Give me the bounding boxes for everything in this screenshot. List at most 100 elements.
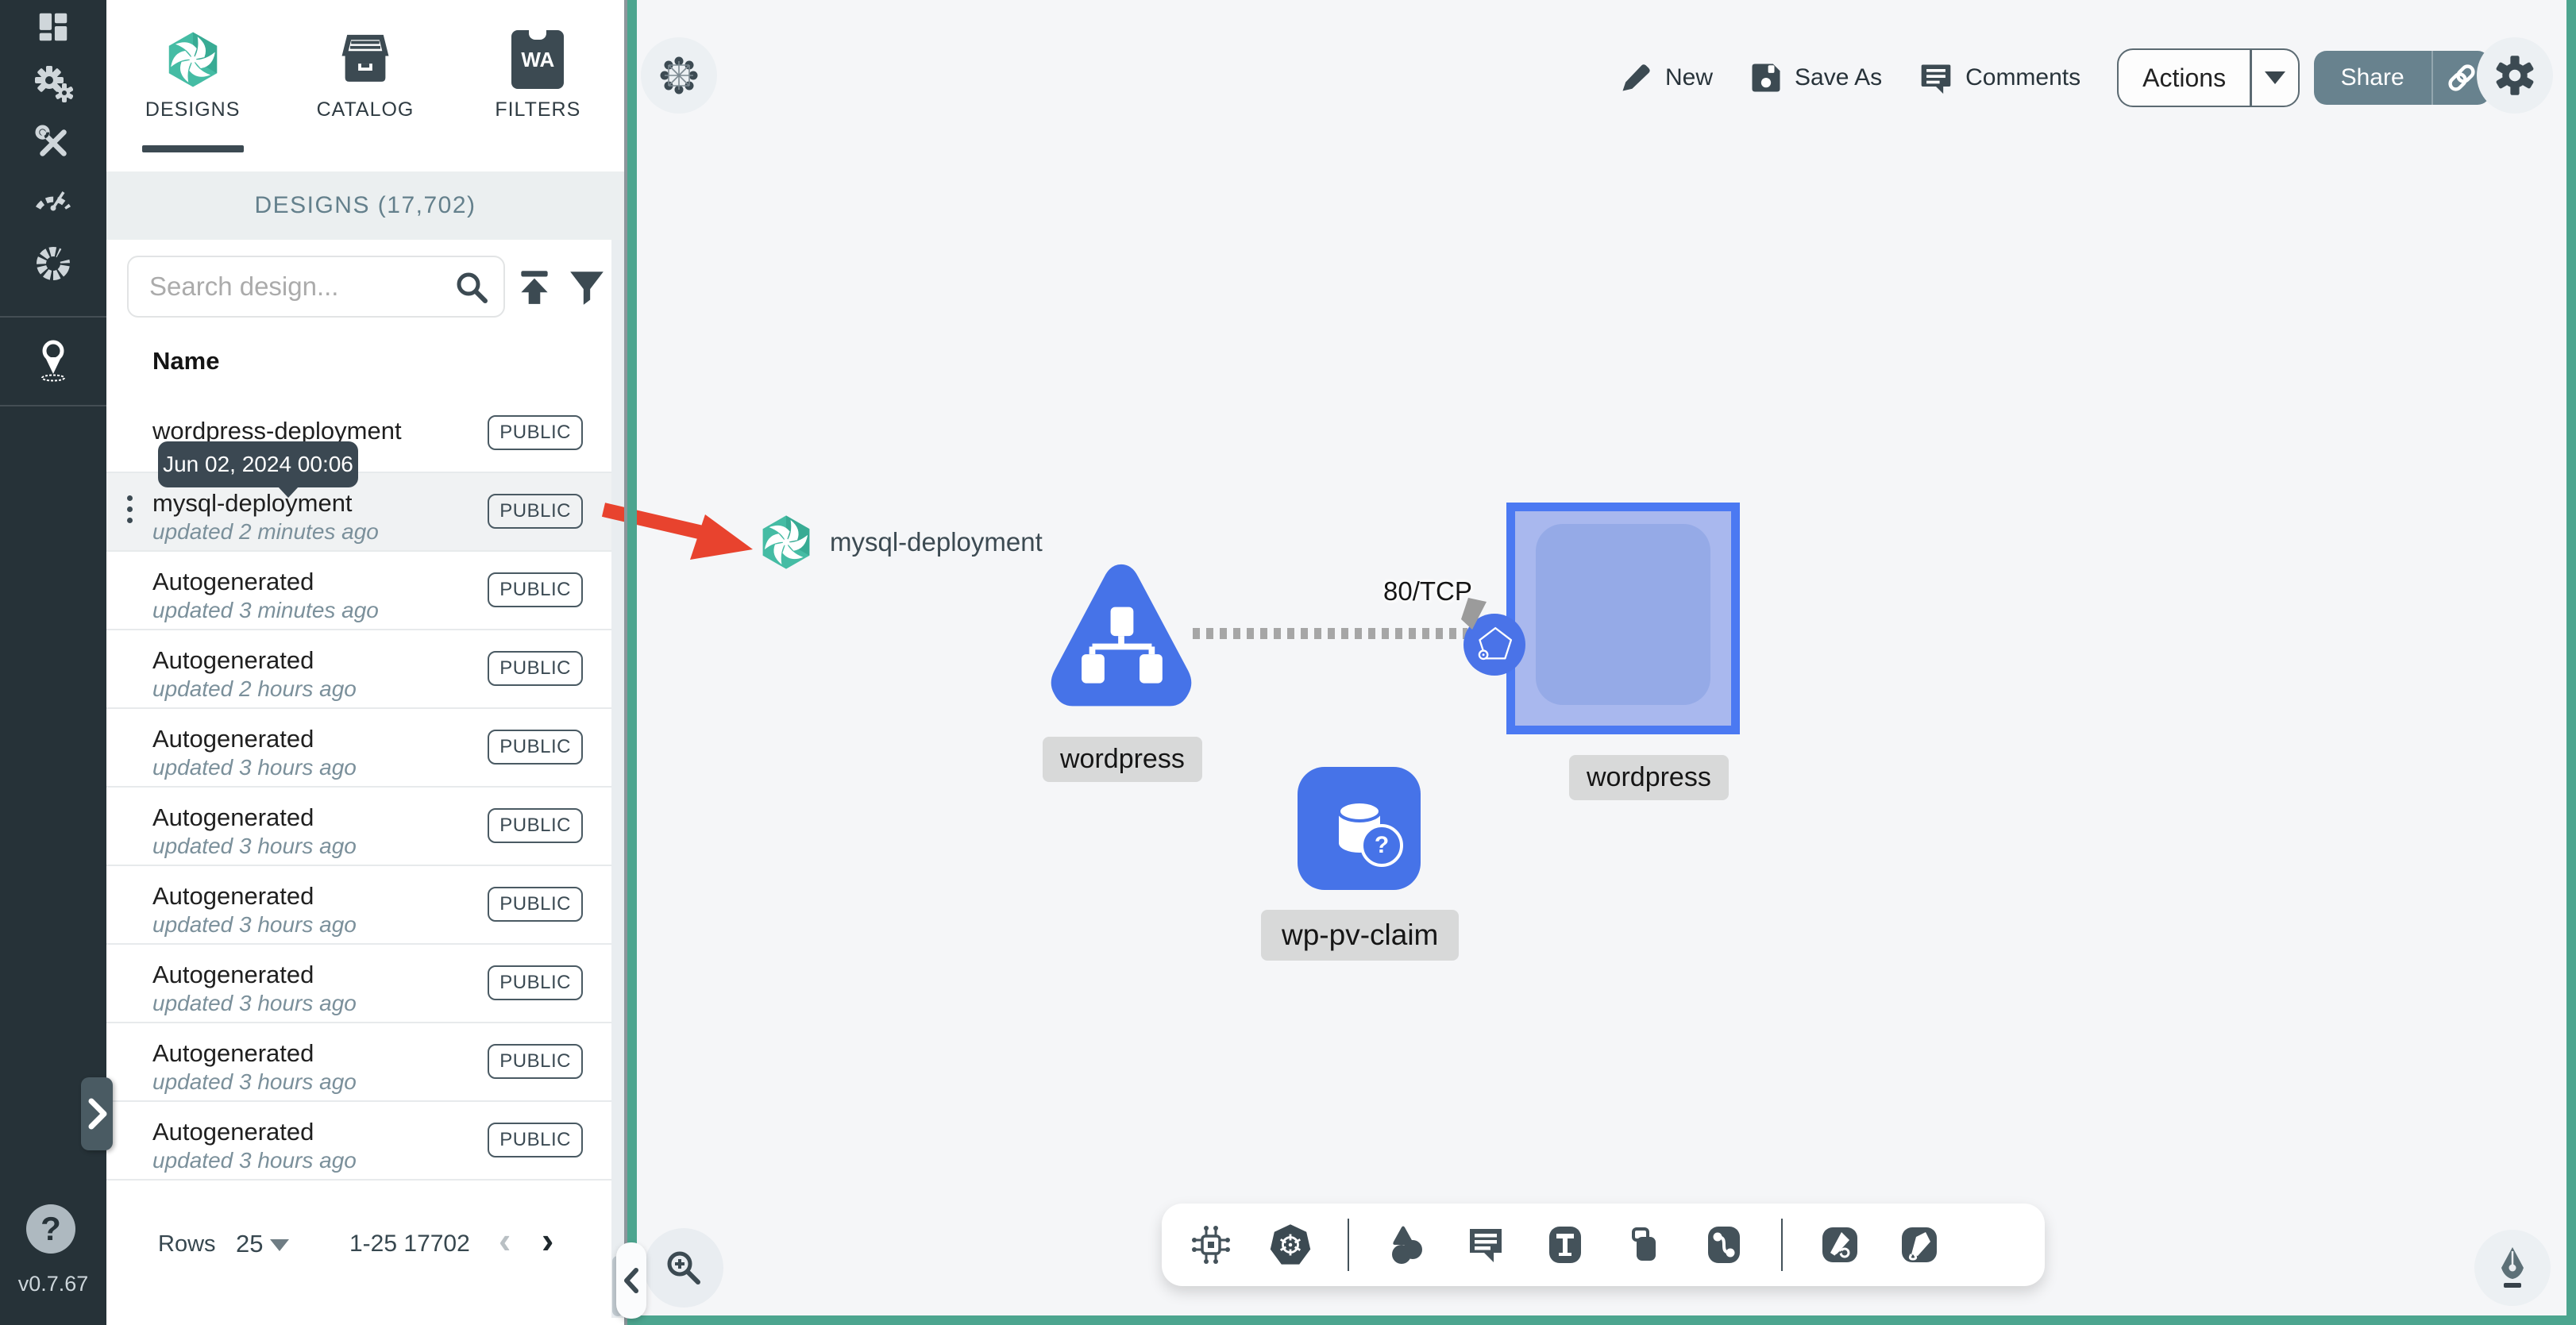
dock-divider: [1781, 1219, 1783, 1271]
canvas-toolbar: New Save As Comments Actions Share: [1618, 46, 2490, 110]
mesh-settings-button[interactable]: [641, 37, 717, 114]
deployment-inner-shape: [1536, 524, 1710, 705]
dashboard-icon[interactable]: [33, 6, 74, 48]
visibility-badge: PUBLIC: [488, 1123, 583, 1157]
chevron-left-icon: [624, 1268, 638, 1293]
designs-list: wordpress-deployment PUBLIC mysql-deploy…: [106, 395, 611, 1181]
design-list-item[interactable]: Autogenerated updated 3 hours ago PUBLIC: [106, 709, 611, 788]
pen-mode-button[interactable]: [2474, 1230, 2551, 1306]
pencil-tool-icon[interactable]: [1897, 1223, 1942, 1267]
pod-badge[interactable]: [1463, 614, 1525, 676]
lifecycle-gears-icon[interactable]: [33, 64, 74, 105]
design-list-item[interactable]: Autogenerated updated 3 hours ago PUBLIC: [106, 1023, 611, 1102]
link-icon: [2448, 64, 2475, 91]
design-list-item[interactable]: Autogenerated updated 3 hours ago PUBLIC: [106, 945, 611, 1023]
design-list-item[interactable]: Autogenerated updated 2 hours ago PUBLIC: [106, 630, 611, 709]
help-button[interactable]: ?: [26, 1204, 75, 1254]
service-edge: [1193, 628, 1467, 639]
design-updated-label: updated 2 hours ago: [152, 676, 357, 701]
settings-button[interactable]: [2477, 37, 2553, 114]
design-updated-label: updated 3 hours ago: [152, 834, 357, 858]
wordpress-service-node[interactable]: [1045, 558, 1197, 717]
design-list-item[interactable]: Autogenerated updated 3 minutes ago PUBL…: [106, 552, 611, 630]
kanvas-pin-icon[interactable]: [33, 340, 74, 382]
new-button[interactable]: New: [1618, 60, 1713, 95]
share-button[interactable]: Share: [2313, 51, 2490, 105]
frames-icon[interactable]: [1622, 1223, 1667, 1267]
rows-per-page-caret-icon[interactable]: [270, 1239, 289, 1251]
visibility-badge: PUBLIC: [488, 494, 583, 529]
filter-icon[interactable]: [567, 267, 607, 310]
visibility-badge: PUBLIC: [488, 887, 583, 922]
list-pagination-footer: Rows 25 1-25 17702 ‹ ›: [106, 1214, 611, 1325]
meshery-logo-icon: [162, 29, 224, 91]
wordpress-deployment-label: wordpress: [1569, 755, 1729, 800]
designs-panel: DESIGNS CATALOG WA FILTERS DESIGNS (17,7…: [106, 0, 624, 1325]
wordpress-deployment-node[interactable]: [1506, 503, 1740, 734]
search-design-box: [127, 256, 505, 318]
nav-divider: [0, 405, 106, 406]
pen-tool-icon[interactable]: [1818, 1223, 1862, 1267]
connect-curve-icon[interactable]: [1702, 1223, 1746, 1267]
upload-design-icon[interactable]: [515, 267, 554, 310]
design-list-item[interactable]: Autogenerated updated 3 hours ago PUBLIC: [106, 788, 611, 866]
design-updated-label: updated 3 minutes ago: [152, 598, 379, 622]
prev-page-button[interactable]: ‹: [499, 1222, 511, 1258]
list-scrollbar-track[interactable]: [611, 240, 624, 1318]
pencil-icon: [1622, 64, 1650, 91]
design-list-item[interactable]: Autogenerated updated 3 hours ago PUBLIC: [106, 866, 611, 945]
visibility-badge: PUBLIC: [488, 730, 583, 765]
design-name: Autogenerated: [152, 646, 314, 674]
design-updated-label: updated 3 hours ago: [152, 755, 357, 780]
design-updated-label: updated 3 hours ago: [152, 991, 357, 1015]
design-name: Autogenerated: [152, 882, 314, 910]
configuration-tools-icon[interactable]: [33, 122, 74, 164]
timestamp-tooltip: Jun 02, 2024 00:06: [158, 441, 358, 498]
panel-collapse-button[interactable]: [616, 1242, 646, 1319]
design-updated-label: updated 3 hours ago: [152, 1148, 357, 1173]
performance-speedometer-icon[interactable]: [33, 176, 74, 218]
canvas-border-bottom: [627, 1315, 2576, 1325]
name-column-header: Name: [152, 347, 220, 375]
design-updated-label: updated 2 minutes ago: [152, 519, 379, 544]
wordpress-service-label: wordpress: [1043, 737, 1202, 782]
zoom-in-button[interactable]: [644, 1228, 723, 1308]
design-name: Autogenerated: [152, 1118, 314, 1146]
canvas-tool-dock: [1162, 1204, 2045, 1286]
design-list-item[interactable]: Autogenerated updated 3 hours ago PUBLIC: [106, 1102, 611, 1181]
canvas-border-right: [2566, 0, 2576, 1325]
tab-designs[interactable]: DESIGNS: [106, 0, 279, 171]
search-input[interactable]: [149, 257, 451, 316]
comment-tool-icon[interactable]: [1463, 1223, 1508, 1267]
designs-count-header: DESIGNS (17,702): [106, 171, 624, 240]
mysql-deployment-node[interactable]: mysql-deployment: [758, 514, 1043, 570]
actions-button[interactable]: Actions: [2117, 48, 2300, 107]
kubernetes-icon[interactable]: [1268, 1223, 1313, 1267]
shapes-icon[interactable]: [1384, 1223, 1429, 1267]
edge-port-label: 80/TCP: [1383, 576, 1472, 606]
visibility-badge: PUBLIC: [488, 572, 583, 607]
next-page-button[interactable]: ›: [542, 1222, 553, 1258]
actions-dropdown-caret[interactable]: [2252, 50, 2298, 106]
comments-button[interactable]: Comments: [1919, 60, 2080, 95]
pentagon-pod-icon: [1478, 626, 1513, 661]
text-tool-icon[interactable]: [1543, 1223, 1587, 1267]
row-kebab-menu-icon[interactable]: [127, 495, 133, 523]
chevron-right-icon: [88, 1098, 107, 1130]
visibility-badge: PUBLIC: [488, 651, 583, 686]
extensions-mesh-icon[interactable]: [33, 243, 74, 284]
wp-pv-claim-node[interactable]: ?: [1298, 767, 1421, 890]
rows-per-page-select[interactable]: 25: [236, 1230, 263, 1258]
meshery-design-icon: [758, 514, 814, 570]
design-name: Autogenerated: [152, 961, 314, 988]
components-chip-icon[interactable]: [1189, 1223, 1233, 1267]
tab-catalog[interactable]: CATALOG: [279, 0, 451, 171]
pagination-range: 1-25 17702: [349, 1231, 470, 1257]
pen-nib-icon: [2501, 1247, 2524, 1288]
sidebar-expand-button[interactable]: [81, 1077, 113, 1150]
nav-divider: [0, 316, 106, 318]
tab-filters[interactable]: WA FILTERS: [452, 0, 624, 171]
version-label: v0.7.67: [17, 1272, 89, 1296]
save-as-button[interactable]: Save As: [1749, 61, 1882, 94]
design-name: Autogenerated: [152, 568, 314, 595]
